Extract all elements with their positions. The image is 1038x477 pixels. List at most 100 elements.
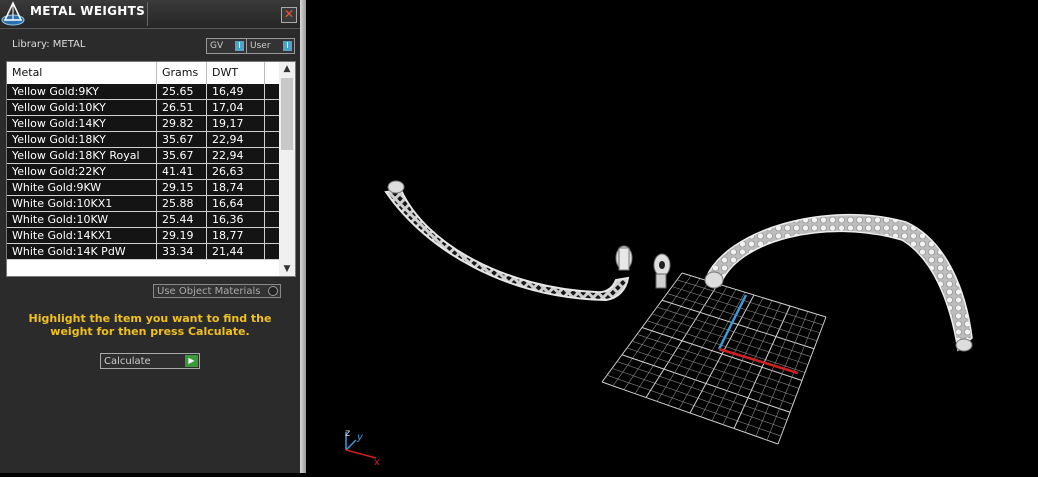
gv-toggle-knob: I bbox=[235, 41, 244, 51]
metal-weights-panel: METAL WEIGHTS ✕ Library: METAL GV I User… bbox=[0, 0, 300, 473]
grid-line bbox=[755, 311, 809, 437]
metal-cell: White Gold:10KX1 bbox=[7, 196, 157, 212]
dwt-cell: 18,77 bbox=[207, 228, 265, 244]
table-row[interactable]: White Gold:14KX1 29.19 18,77 bbox=[7, 228, 279, 244]
extra-cell bbox=[265, 148, 279, 164]
calculate-button[interactable]: Calculate ▶ bbox=[100, 353, 200, 369]
scrollbar-thumb[interactable] bbox=[281, 78, 293, 150]
grams-cell: 35.67 bbox=[157, 148, 207, 164]
panel-title: METAL WEIGHTS bbox=[30, 4, 146, 18]
metal-cell: White Gold:14K PdW bbox=[7, 244, 157, 260]
extra-cell bbox=[265, 100, 279, 116]
metal-weights-table: Metal Grams DWT Yellow Gold:9KY 25.65 16,4… bbox=[6, 61, 296, 277]
table-row[interactable]: Yellow Gold:9KY 25.65 16,49 bbox=[7, 84, 279, 100]
grid-y-axis-line bbox=[717, 294, 748, 350]
user-toggle[interactable]: User I bbox=[246, 38, 295, 54]
table-scrollbar[interactable]: ▲ ▼ bbox=[279, 62, 295, 276]
extra-cell bbox=[265, 212, 279, 228]
dwt-cell: 22,94 bbox=[207, 148, 265, 164]
grams-cell: 26.51 bbox=[157, 100, 207, 116]
extra-cell bbox=[265, 164, 279, 180]
clasp-model[interactable] bbox=[653, 253, 671, 289]
extra-cell bbox=[265, 244, 279, 260]
scroll-up-arrow-icon[interactable]: ▲ bbox=[279, 62, 295, 76]
metal-cell: White Gold:10KW bbox=[7, 212, 157, 228]
viewport-canvas: z y x bbox=[345, 180, 973, 468]
gv-toggle[interactable]: GV I bbox=[206, 38, 247, 54]
instruction-text: Highlight the item you want to find the … bbox=[28, 312, 272, 338]
grams-cell: 29.19 bbox=[157, 228, 207, 244]
grams-cell: 25.65 bbox=[157, 84, 207, 100]
column-header-extra bbox=[265, 62, 279, 84]
table-row[interactable]: Yellow Gold:14KY 29.82 19,17 bbox=[7, 116, 279, 132]
grams-cell: 33.34 bbox=[157, 244, 207, 260]
user-toggle-label: User bbox=[250, 41, 271, 51]
metal-cell: White Gold:14KX1 bbox=[7, 228, 157, 244]
extra-cell bbox=[265, 132, 279, 148]
lattice-bangle-model[interactable] bbox=[384, 180, 633, 302]
dwt-cell: 16,36 bbox=[207, 212, 265, 228]
axis-label-y: y bbox=[356, 432, 364, 443]
ground-grid bbox=[601, 272, 827, 445]
stone-set-bangle-model[interactable] bbox=[704, 213, 973, 352]
grams-cell: 35.67 bbox=[157, 132, 207, 148]
dwt-cell: 16,64 bbox=[207, 196, 265, 212]
axis-label-x: x bbox=[374, 457, 380, 468]
column-header-metal[interactable]: Metal bbox=[7, 62, 157, 84]
calculate-button-label: Calculate bbox=[104, 356, 151, 367]
play-arrow-icon: ▶ bbox=[185, 355, 198, 367]
gv-toggle-label: GV bbox=[210, 41, 224, 51]
dwt-cell: 21,44 bbox=[207, 244, 265, 260]
table-row[interactable]: Yellow Gold:22KY 41.41 26,63 bbox=[7, 164, 279, 180]
dwt-cell: 16,49 bbox=[207, 84, 265, 100]
grams-cell: 41.41 bbox=[157, 164, 207, 180]
scroll-down-arrow-icon[interactable]: ▼ bbox=[279, 262, 295, 276]
metal-cell: Yellow Gold:10KY bbox=[7, 100, 157, 116]
grams-cell: 29.15 bbox=[157, 180, 207, 196]
metal-cell: Yellow Gold:9KY bbox=[7, 84, 157, 100]
grams-cell: 25.88 bbox=[157, 196, 207, 212]
user-toggle-knob: I bbox=[283, 41, 292, 51]
table-row[interactable]: Yellow Gold:18KY Royal 35.67 22,94 bbox=[7, 148, 279, 164]
dwt-cell: 26,63 bbox=[207, 164, 265, 180]
table-header: Metal Grams DWT bbox=[7, 62, 279, 84]
extra-cell bbox=[265, 116, 279, 132]
use-object-materials-toggle[interactable]: Use Object Materials bbox=[153, 284, 281, 298]
close-button[interactable]: ✕ bbox=[281, 7, 297, 23]
library-label: Library: METAL bbox=[12, 39, 86, 50]
axis-label-z: z bbox=[345, 428, 350, 439]
table-row[interactable]: White Gold:9KW 29.15 18,74 bbox=[7, 180, 279, 196]
grid-line bbox=[676, 279, 824, 326]
metal-cell: Yellow Gold:18KY Royal bbox=[7, 148, 157, 164]
use-object-materials-label: Use Object Materials bbox=[157, 286, 261, 297]
table-row[interactable]: Yellow Gold:10KY 26.51 17,04 bbox=[7, 100, 279, 116]
extra-cell bbox=[265, 228, 279, 244]
table-row[interactable]: White Gold:10KW 25.44 16,36 bbox=[7, 212, 279, 228]
title-separator bbox=[147, 2, 148, 26]
3d-viewport[interactable]: z y x bbox=[306, 0, 1038, 473]
extra-cell bbox=[265, 84, 279, 100]
column-header-grams[interactable]: Grams bbox=[157, 62, 207, 84]
dwt-cell: 17,04 bbox=[207, 100, 265, 116]
app-logo-icon bbox=[1, 1, 25, 26]
grams-cell: 29.82 bbox=[157, 116, 207, 132]
grid-line bbox=[681, 272, 827, 318]
grid-x-axis-line bbox=[718, 347, 799, 375]
extra-cell bbox=[265, 196, 279, 212]
table-row[interactable]: Yellow Gold:18KY 35.67 22,94 bbox=[7, 132, 279, 148]
panel-titlebar: METAL WEIGHTS ✕ bbox=[0, 0, 300, 29]
dwt-cell: 18,74 bbox=[207, 180, 265, 196]
column-header-dwt[interactable]: DWT bbox=[207, 62, 265, 84]
grid-line bbox=[646, 320, 806, 373]
metal-cell: White Gold:9KW bbox=[7, 180, 157, 196]
dwt-cell: 19,17 bbox=[207, 116, 265, 132]
metal-cell: Yellow Gold:22KY bbox=[7, 164, 157, 180]
table-row[interactable]: White Gold:14K PdW 33.34 21,44 bbox=[7, 244, 279, 260]
metal-cell: Yellow Gold:14KY bbox=[7, 116, 157, 132]
dwt-cell: 22,94 bbox=[207, 132, 265, 148]
radio-indicator-icon bbox=[268, 286, 278, 296]
axes-gizmo: z y x bbox=[345, 428, 380, 468]
metal-cell: Yellow Gold:18KY bbox=[7, 132, 157, 148]
extra-cell bbox=[265, 180, 279, 196]
table-row[interactable]: White Gold:10KX1 25.88 16,64 bbox=[7, 196, 279, 212]
